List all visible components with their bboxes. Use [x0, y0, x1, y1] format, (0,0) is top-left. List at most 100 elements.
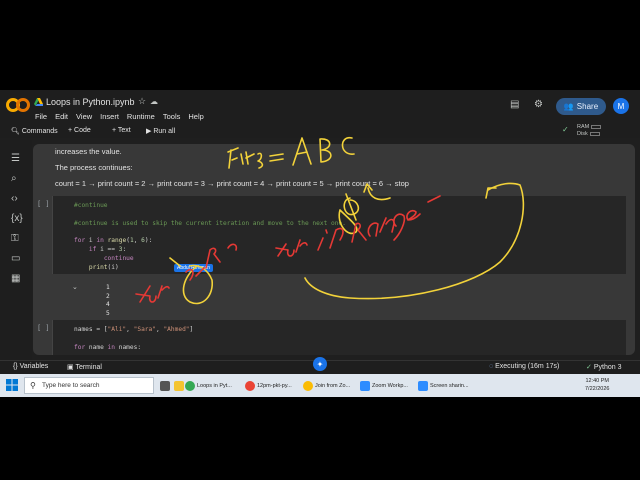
- side-rail: ☰ ⌕ ‹› {x} ⚿ ▭ ▦: [0, 140, 32, 360]
- markdown-text-3: count = 1 → print count = 2 → print coun…: [55, 179, 409, 188]
- video-letterbox-top: [0, 0, 640, 90]
- menu-edit[interactable]: Edit: [55, 112, 68, 121]
- zoom-icon: [418, 380, 428, 391]
- menu-insert[interactable]: Insert: [100, 112, 119, 121]
- chrome-icon: [303, 380, 313, 391]
- ram-label: RAM: [577, 124, 590, 130]
- cell2-run-label[interactable]: [ ]: [37, 324, 50, 332]
- add-text-button[interactable]: + Text: [112, 127, 131, 134]
- cell1-output: 1 2 4 5: [106, 284, 110, 318]
- comment-icon[interactable]: ▤: [510, 99, 519, 110]
- search-icon: ⚲: [30, 381, 36, 390]
- sparkle-icon: ✦: [316, 359, 324, 369]
- output-line: 2: [106, 292, 110, 300]
- task-view-icon[interactable]: [160, 376, 170, 395]
- menu-tools[interactable]: Tools: [163, 112, 181, 121]
- collaborator-cursor-tag: Abdul Rehman: [174, 264, 214, 272]
- code-cell-2[interactable]: names = ["Ali", "Sara", "Ahmed"] for nam…: [52, 320, 626, 355]
- menu-bar: File Edit View Insert Runtime Tools Help: [35, 112, 204, 121]
- colab-logo-icon: [6, 98, 30, 112]
- connected-check-icon: ✓: [562, 125, 569, 134]
- run-all-button[interactable]: ▶ Run all: [146, 127, 175, 135]
- commands-label: Commands: [21, 128, 58, 135]
- share-label: Share: [576, 102, 599, 111]
- cell1-run-label[interactable]: [ ]: [37, 200, 50, 208]
- files-icon[interactable]: ▭: [11, 253, 20, 264]
- taskbar-app-label: Join from Zo...: [315, 382, 351, 389]
- variables-label: Variables: [19, 363, 49, 370]
- people-icon: 👥: [563, 102, 574, 111]
- execution-status[interactable]: ◌ Executing (16m 17s): [489, 363, 559, 370]
- variables-icon[interactable]: {x}: [11, 213, 23, 224]
- chrome-icon: [245, 380, 255, 391]
- spinner-icon: ◌: [489, 363, 494, 370]
- menu-file[interactable]: File: [35, 112, 47, 121]
- notebook-title[interactable]: Loops in Python.ipynb: [46, 97, 135, 107]
- markdown-text-2: The process continues:: [55, 163, 133, 172]
- screen: Loops in Python.ipynb ☆ ☁ File Edit View…: [0, 90, 640, 397]
- kernel-status[interactable]: ✓ Python 3: [586, 363, 621, 371]
- drive-icon: [34, 98, 43, 106]
- windows-start-icon[interactable]: [6, 379, 18, 391]
- kernel-label: Python 3: [593, 364, 622, 371]
- avatar[interactable]: M: [613, 98, 629, 114]
- windows-taskbar: ⚲ Type here to search Loops in Pyt... 12…: [0, 374, 640, 397]
- gemini-sparkle-button[interactable]: ✦: [313, 357, 327, 371]
- taskbar-app-label: Loops in Pyt...: [197, 382, 232, 389]
- cell1-line-0: #continue: [74, 202, 108, 209]
- cell1-line-7: print(i): [88, 264, 119, 271]
- find-icon[interactable]: ⌕: [11, 173, 17, 184]
- secrets-icon[interactable]: ⚿: [11, 233, 19, 244]
- search-placeholder: Type here to search: [42, 382, 100, 389]
- taskbar-search-box[interactable]: ⚲ Type here to search: [24, 377, 154, 394]
- menu-help[interactable]: Help: [188, 112, 203, 121]
- resource-monitor[interactable]: RAM Disk: [577, 124, 602, 138]
- cell1-line-6: continue: [103, 255, 134, 262]
- add-code-button[interactable]: + Code: [68, 127, 91, 134]
- colab-header: Loops in Python.ipynb ☆ ☁ File Edit View…: [0, 90, 640, 126]
- clock-date: 7/22/2026: [585, 386, 610, 392]
- check-icon: ✓: [586, 364, 592, 371]
- output-line: 5: [106, 309, 110, 317]
- menu-view[interactable]: View: [76, 112, 92, 121]
- file-explorer-icon[interactable]: [174, 376, 184, 395]
- taskbar-app-5[interactable]: Screen sharin...: [418, 376, 469, 395]
- taskbar-app-4[interactable]: Zoom Workp...: [360, 376, 408, 395]
- star-icon[interactable]: ☆: [138, 96, 146, 107]
- run-all-label: Run all: [153, 128, 176, 135]
- cell1-line-2: #continue is used to skip the current it…: [74, 220, 346, 227]
- chrome-icon: [185, 380, 195, 391]
- cell2-line-0: names = ["Ali", "Sara", "Ahmed"]: [74, 326, 194, 333]
- clock-time: 12:40 PM: [585, 378, 609, 384]
- video-letterbox-bottom: [0, 397, 640, 480]
- search-icon: 🔍︎: [11, 128, 20, 135]
- taskbar-app-chrome[interactable]: Loops in Pyt...: [185, 376, 232, 395]
- commands-button[interactable]: 🔍︎ Commands: [11, 127, 58, 135]
- taskbar-app-label: Screen sharin...: [430, 382, 469, 389]
- system-clock[interactable]: 12:40 PM 7/22/2026: [585, 377, 609, 393]
- code-cell-1[interactable]: #continue #continue is used to skip the …: [52, 196, 626, 274]
- terminal-grid-icon[interactable]: ▦: [11, 273, 20, 284]
- taskbar-app-3[interactable]: Join from Zo...: [303, 376, 350, 395]
- terminal-icon: ▣: [67, 364, 74, 371]
- markdown-text-1: increases the value.: [55, 147, 122, 156]
- notebook-area: increases the value. The process continu…: [33, 144, 635, 355]
- taskbar-app-2[interactable]: 12pm-pkt-py...: [245, 376, 292, 395]
- output-collapse-chevron-icon[interactable]: ⌄: [72, 283, 78, 291]
- toc-icon[interactable]: ☰: [11, 153, 20, 164]
- executing-label: Executing (16m 17s): [495, 363, 560, 370]
- disk-label: Disk: [577, 131, 588, 137]
- braces-icon: {}: [13, 363, 18, 370]
- output-line: 4: [106, 301, 110, 308]
- notebook-toolbar: 🔍︎ Commands + Code + Text ▶ Run all ✓ RA…: [0, 124, 640, 138]
- variables-button[interactable]: {} Variables: [13, 363, 48, 370]
- share-button[interactable]: 👥 Share: [556, 98, 606, 115]
- output-line: 1: [106, 284, 110, 291]
- cell1-line-4: for i in range(1, 6):: [74, 237, 153, 244]
- menu-runtime[interactable]: Runtime: [127, 112, 155, 121]
- cloud-icon[interactable]: ☁: [150, 97, 158, 106]
- taskbar-app-label: Zoom Workp...: [372, 382, 408, 389]
- gear-icon[interactable]: ⚙: [534, 99, 543, 110]
- code-snippets-icon[interactable]: ‹›: [11, 193, 18, 204]
- terminal-button[interactable]: ▣ Terminal: [67, 363, 102, 371]
